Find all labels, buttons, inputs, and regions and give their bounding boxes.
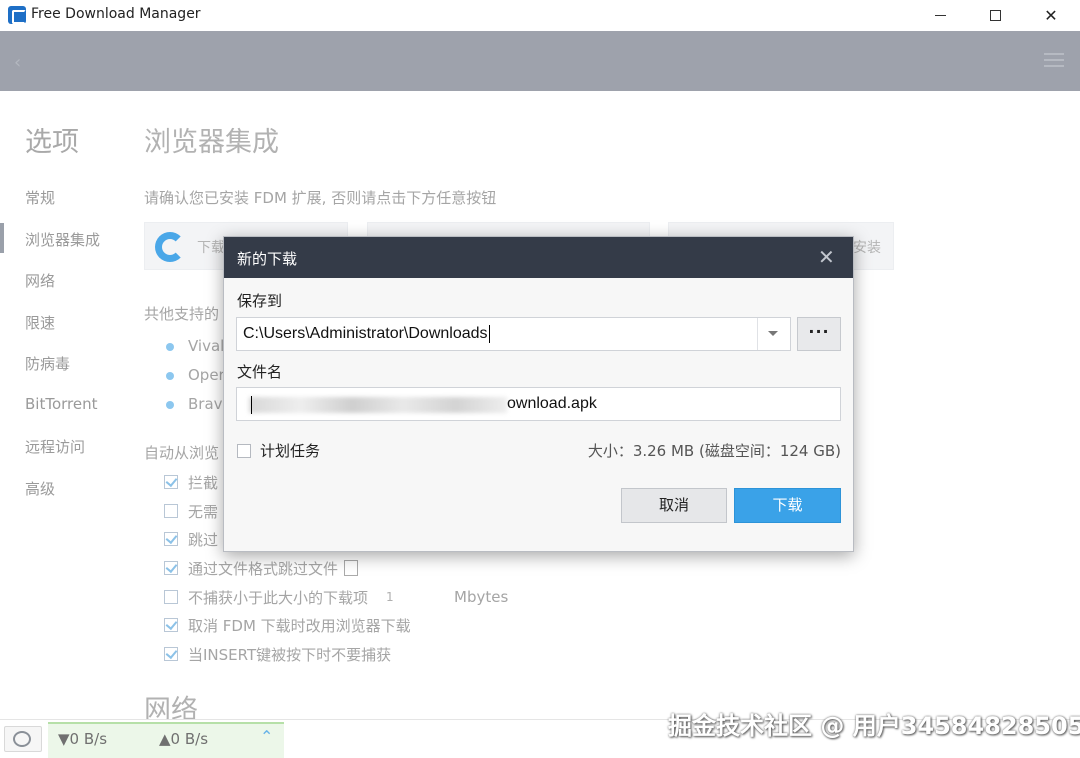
option-label: 不捕获小于此大小的下载项 — [188, 588, 369, 607]
option-row[interactable]: 当INSERT键被按下时不要捕获 — [164, 644, 391, 664]
file-name-input[interactable]: ownload.apk — [236, 387, 841, 421]
maximize-button[interactable] — [967, 0, 1023, 31]
sidebar-item-remote-access[interactable]: 远程访问 — [25, 436, 85, 457]
sidebar-item-advanced[interactable]: 高级 — [25, 478, 55, 499]
save-to-label: 保存到 — [237, 292, 283, 310]
new-download-dialog: 新的下载 ✕ 保存到 C:\Users\Administrator\Downlo… — [223, 236, 854, 552]
checkbox[interactable] — [164, 618, 178, 632]
minimize-icon — [934, 15, 946, 16]
section-title: 浏览器集成 — [144, 127, 279, 158]
edit-note-icon[interactable] — [344, 560, 359, 576]
file-name-visible: ownload.apk — [507, 395, 597, 412]
dialog-header: 新的下载 ✕ — [224, 237, 853, 278]
schedule-label[interactable]: 计划任务 — [260, 440, 320, 461]
checkbox[interactable] — [164, 504, 178, 518]
option-row[interactable]: 不捕获小于此大小的下载项 1 Mbytes — [164, 587, 508, 607]
option-row[interactable]: 无需 — [164, 501, 218, 521]
download-speed: ▼0 B/s — [58, 730, 108, 748]
sidebar-item-network[interactable]: 网络 — [25, 270, 55, 291]
bullet-icon — [166, 343, 174, 351]
network-section-title: 网络 — [144, 695, 198, 719]
schedule-checkbox[interactable] — [237, 444, 251, 458]
close-icon[interactable]: ✕ — [818, 245, 835, 269]
option-label: 无需 — [188, 502, 219, 521]
upload-speed: ▲0 B/s — [159, 730, 209, 748]
sidebar-item-browser-integration[interactable]: 浏览器集成 — [25, 229, 100, 250]
option-label: 取消 FDM 下载时改用浏览器下载 — [188, 616, 411, 635]
save-path-combobox[interactable]: C:\Users\Administrator\Downloads — [236, 317, 791, 351]
extension-label: 下载 — [197, 240, 225, 256]
fdm-logo-icon — [8, 6, 26, 24]
text-cursor — [251, 396, 252, 414]
cancel-button[interactable]: 取消 — [621, 488, 727, 523]
checkbox[interactable] — [164, 532, 178, 546]
download-button[interactable]: 下载 — [734, 488, 841, 523]
install-prompt: 请确认您已安装 FDM 扩展, 否则请点击下方任意按钮 — [144, 189, 497, 207]
option-row[interactable]: 通过文件格式跳过文件 — [164, 558, 359, 578]
browser-item: Oper — [188, 366, 225, 384]
edge-icon — [155, 232, 185, 262]
option-row[interactable]: 跳过 — [164, 529, 218, 549]
minimize-button[interactable] — [912, 0, 968, 31]
sidebar-item-speed-limit[interactable]: 限速 — [25, 312, 55, 333]
size-info: 大小：3.26 MB (磁盘空间：124 GB) — [587, 442, 841, 460]
chevron-down-icon[interactable] — [768, 331, 778, 336]
close-icon: ✕ — [1044, 6, 1058, 25]
option-row[interactable]: 拦截 — [164, 472, 218, 492]
chevron-up-icon[interactable]: ⌃ — [260, 727, 273, 746]
option-row[interactable]: 取消 FDM 下载时改用浏览器下载 — [164, 615, 411, 635]
option-label: 当INSERT键被按下时不要捕获 — [188, 645, 392, 664]
watermark: 掘金技术社区 @ 用户34584828505 — [668, 712, 1080, 740]
snail-mode-button[interactable] — [4, 726, 42, 752]
window-title: Free Download Manager — [31, 6, 201, 22]
divider — [757, 318, 758, 350]
maximize-icon — [989, 10, 1001, 21]
browser-item: Brav — [188, 395, 223, 413]
dialog-title: 新的下载 — [237, 250, 298, 268]
option-label: 通过文件格式跳过文件 — [188, 559, 339, 578]
checkbox[interactable] — [164, 561, 178, 575]
checkbox[interactable] — [164, 647, 178, 661]
browse-folder-button[interactable]: ··· — [797, 317, 841, 351]
bullet-icon — [166, 401, 174, 409]
size-unit: Mbytes — [454, 588, 509, 606]
close-window-button[interactable]: ✕ — [1023, 0, 1079, 31]
browser-item: Vival — [188, 337, 225, 355]
auto-capture-label: 自动从浏览 — [144, 444, 220, 462]
title-bar: Free Download Manager ✕ — [0, 0, 1080, 31]
option-label: 跳过 — [188, 530, 219, 549]
hamburger-menu-icon[interactable] — [1044, 53, 1064, 67]
app-header — [0, 31, 1080, 91]
arrow-left-icon[interactable]: ‹ — [14, 52, 21, 73]
snail-icon — [13, 731, 31, 747]
option-label: 拦截 — [188, 473, 219, 492]
sidebar-item-general[interactable]: 常规 — [25, 187, 55, 208]
checkbox[interactable] — [164, 475, 178, 489]
settings-title: 选项 — [25, 127, 79, 158]
bullet-icon — [166, 372, 174, 380]
file-name-label: 文件名 — [237, 363, 283, 381]
sidebar-item-antivirus[interactable]: 防病毒 — [25, 353, 70, 374]
redacted-text — [249, 397, 507, 413]
min-size-input[interactable]: 1 — [380, 586, 450, 608]
checkbox[interactable] — [164, 590, 178, 604]
sidebar-item-bittorrent[interactable]: BitTorrent — [25, 395, 98, 413]
other-browsers-label: 共他支持的 — [144, 305, 220, 323]
save-path-input[interactable]: C:\Users\Administrator\Downloads — [243, 325, 490, 343]
active-nav-indicator — [0, 223, 4, 253]
extension-label: 安装 — [853, 240, 881, 256]
